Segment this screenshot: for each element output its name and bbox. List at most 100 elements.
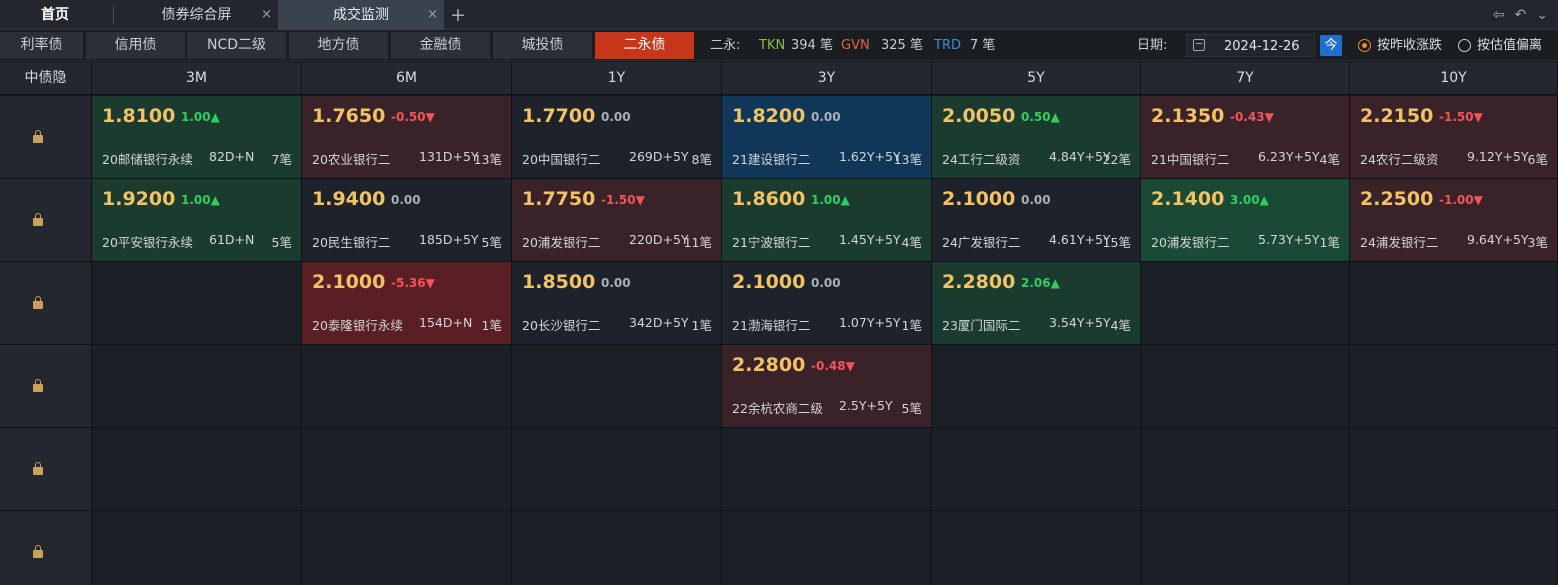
- quote-cell[interactable]: 1.8500 0.00 20长沙银行二 342D+5Y 1笔: [512, 262, 722, 345]
- category-tab-perpetual[interactable]: 二永债: [595, 32, 695, 59]
- bond-term: 342D+5Y: [629, 315, 689, 330]
- trade-count: 4笔: [1319, 152, 1340, 167]
- quote-cell[interactable]: 2.1000 0.00 24广发银行二 4.61Y+5Y 15笔: [932, 179, 1141, 262]
- change-value: 0.00: [811, 110, 841, 124]
- lock-icon: [33, 462, 43, 475]
- row-header[interactable]: [0, 262, 92, 345]
- bond-term: 220D+5Y: [629, 232, 689, 247]
- empty-cell: [92, 428, 302, 511]
- quote-cell[interactable]: 2.1400 3.00▲ 20浦发银行二 5.73Y+5Y 1笔: [1141, 179, 1350, 262]
- col-header-1y[interactable]: 1Y: [512, 62, 722, 95]
- yield-value: 2.2800: [942, 271, 1016, 293]
- category-tab-local[interactable]: 地方债: [289, 32, 389, 59]
- quote-cell[interactable]: 1.7700 0.00 20中国银行二 269D+5Y 8笔: [512, 96, 722, 179]
- empty-cell: [302, 428, 512, 511]
- col-header-10y[interactable]: 10Y: [1350, 62, 1558, 95]
- trade-count: 5笔: [901, 401, 922, 416]
- bond-term: 1.45Y+5Y: [839, 232, 901, 247]
- lock-icon: [33, 545, 43, 558]
- row-header[interactable]: [0, 511, 92, 585]
- change-value: -1.50▼: [1439, 110, 1483, 124]
- undo-icon[interactable]: ↶: [1515, 7, 1527, 23]
- change-value: 0.00: [391, 193, 421, 207]
- bond-term: 269D+5Y: [629, 149, 689, 164]
- bond-term: 3.54Y+5Y: [1049, 315, 1111, 330]
- bond-term: 2.5Y+5Y: [839, 398, 893, 413]
- close-icon[interactable]: ×: [261, 0, 272, 30]
- row-header[interactable]: [0, 179, 92, 262]
- category-tab-urban[interactable]: 城投债: [493, 32, 593, 59]
- trade-count: 15笔: [1102, 235, 1131, 250]
- quote-cell[interactable]: 1.9200 1.00▲ 20平安银行永续 61D+N 5笔: [92, 179, 302, 262]
- yield-value: 2.2500: [1360, 188, 1434, 210]
- quote-cell[interactable]: 2.2150 -1.50▼ 24农行二级资 9.12Y+5Y 6笔: [1350, 96, 1558, 179]
- trade-count: 5笔: [481, 235, 502, 250]
- category-tab-credit[interactable]: 信用债: [86, 32, 186, 59]
- col-header-6m[interactable]: 6M: [302, 62, 512, 95]
- bond-term: 5.73Y+5Y: [1258, 232, 1320, 247]
- col-header-3y[interactable]: 3Y: [722, 62, 932, 95]
- empty-cell: [512, 511, 722, 585]
- bond-name: 24广发银行二: [942, 235, 1021, 250]
- bond-term: 131D+5Y: [419, 149, 479, 164]
- quote-cell[interactable]: 2.0050 0.50▲ 24工行二级资 4.84Y+5Y 22笔: [932, 96, 1141, 179]
- row-header[interactable]: [0, 345, 92, 428]
- back-icon[interactable]: ⇦: [1493, 7, 1505, 23]
- quote-cell[interactable]: 1.7650 -0.50▼ 20农业银行二 131D+5Y 13笔: [302, 96, 512, 179]
- yield-value: 1.8600: [732, 188, 806, 210]
- quote-cell[interactable]: 2.2800 2.06▲ 23厦门国际二 3.54Y+5Y 4笔: [932, 262, 1141, 345]
- empty-cell: [1141, 428, 1350, 511]
- chevron-down-icon[interactable]: ⌄: [1536, 7, 1548, 23]
- row-header[interactable]: [0, 96, 92, 179]
- empty-cell: [932, 428, 1141, 511]
- quote-cell[interactable]: 1.9400 0.00 20民生银行二 185D+5Y 5笔: [302, 179, 512, 262]
- quote-cell[interactable]: 1.8100 1.00▲ 20邮储银行永续 82D+N 7笔: [92, 96, 302, 179]
- quote-cell[interactable]: 2.1000 -5.36▼ 20泰隆银行永续 154D+N 1笔: [302, 262, 512, 345]
- quote-cell[interactable]: 2.1000 0.00 21渤海银行二 1.07Y+5Y 1笔: [722, 262, 932, 345]
- tab-trade-monitor[interactable]: 成交监测 ×: [278, 0, 444, 30]
- close-icon[interactable]: ×: [427, 0, 438, 30]
- col-header-3m[interactable]: 3M: [92, 62, 302, 95]
- yield-value: 2.2800: [732, 354, 806, 376]
- tab-home[interactable]: 首页: [0, 0, 110, 30]
- row-header[interactable]: [0, 428, 92, 511]
- trade-count: 1笔: [1319, 235, 1340, 250]
- lock-icon: [33, 379, 43, 392]
- lock-icon: [33, 130, 43, 143]
- quote-cell[interactable]: 2.1350 -0.43▼ 21中国银行二 6.23Y+5Y 4笔: [1141, 96, 1350, 179]
- bond-name: 20中国银行二: [522, 152, 601, 167]
- trade-matrix: 中债隐 3M 6M 1Y 3Y 5Y 7Y 10Y 1.8100 1.00▲ 20邮储银行永续 82…: [0, 62, 1558, 585]
- change-value: 0.00: [1021, 193, 1051, 207]
- trade-count: 13笔: [473, 152, 502, 167]
- category-tab-ncd[interactable]: NCD二级: [187, 32, 287, 59]
- date-picker[interactable]: 2024-12-26: [1186, 34, 1315, 57]
- yield-value: 1.9400: [312, 188, 386, 210]
- today-button[interactable]: 今: [1320, 35, 1342, 56]
- yield-value: 1.7750: [522, 188, 596, 210]
- quote-cell[interactable]: 2.2500 -1.00▼ 24浦发银行二 9.64Y+5Y 3笔: [1350, 179, 1558, 262]
- bond-name: 21渤海银行二: [732, 318, 811, 333]
- col-header-5y[interactable]: 5Y: [932, 62, 1141, 95]
- bond-term: 1.07Y+5Y: [839, 315, 901, 330]
- trade-count: 3笔: [1527, 235, 1548, 250]
- empty-cell: [1350, 262, 1558, 345]
- tab-bond-screen[interactable]: 债券综合屏 ×: [115, 0, 278, 30]
- trade-count: 1笔: [901, 318, 922, 333]
- window-controls: ⇦ ↶ ⌄: [1493, 0, 1548, 30]
- trade-count: 1笔: [481, 318, 502, 333]
- col-header-7y[interactable]: 7Y: [1141, 62, 1350, 95]
- add-tab-icon[interactable]: +: [450, 2, 466, 28]
- change-value: -1.00▼: [1439, 193, 1483, 207]
- sort-by-change-label: 按昨收涨跌: [1377, 38, 1443, 53]
- quote-cell[interactable]: 1.8200 0.00 21建设银行二 1.62Y+5Y 13笔: [722, 96, 932, 179]
- tab-trade-monitor-label: 成交监测: [333, 7, 389, 23]
- yield-value: 2.1000: [942, 188, 1016, 210]
- bond-name: 24工行二级资: [942, 152, 1021, 167]
- quote-cell[interactable]: 1.7750 -1.50▼ 20浦发银行二 220D+5Y 11笔: [512, 179, 722, 262]
- corner-header[interactable]: 中债隐: [0, 62, 92, 95]
- quote-cell[interactable]: 1.8600 1.00▲ 21宁波银行二 1.45Y+5Y 4笔: [722, 179, 932, 262]
- quote-cell[interactable]: 2.2800 -0.48▼ 22余杭农商二级 2.5Y+5Y 5笔: [722, 345, 932, 428]
- category-tab-financial[interactable]: 金融债: [391, 32, 491, 59]
- category-tab-rate[interactable]: 利率债: [0, 32, 84, 59]
- yield-value: 1.8100: [102, 105, 176, 127]
